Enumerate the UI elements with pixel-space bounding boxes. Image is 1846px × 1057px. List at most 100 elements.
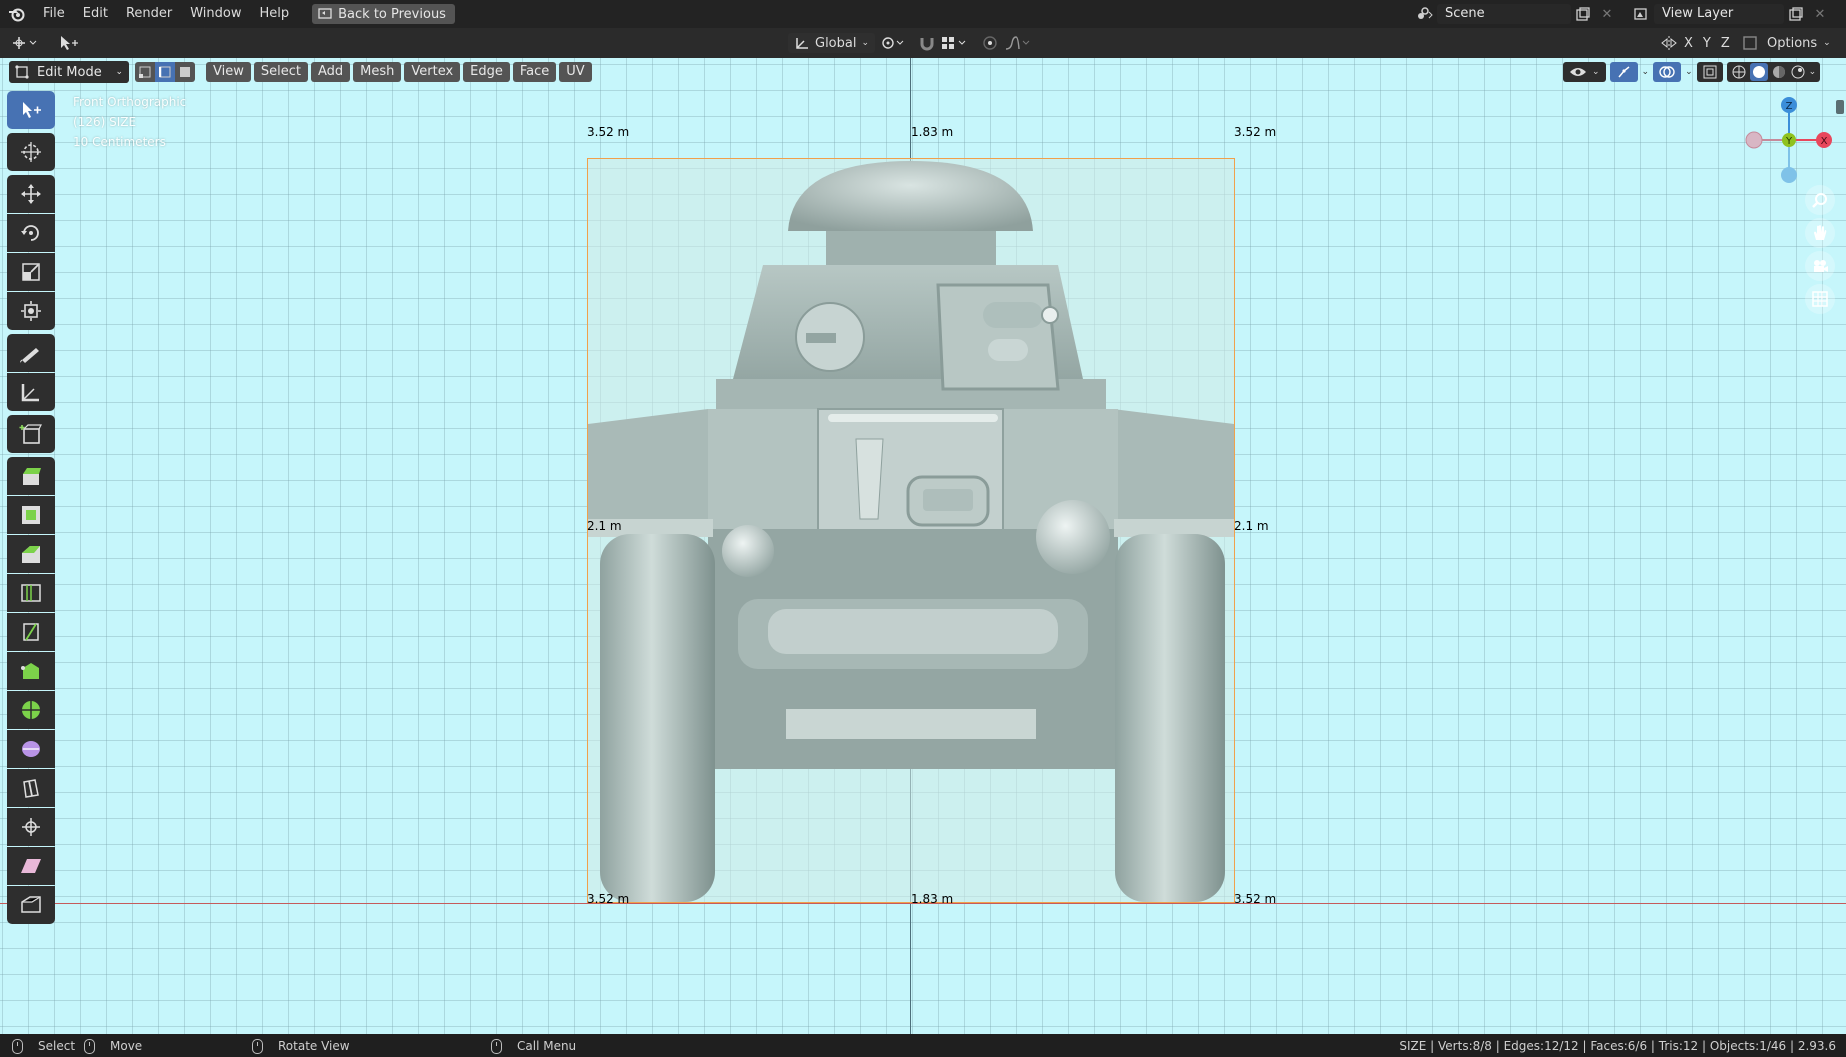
reference-plane[interactable] [587, 158, 1235, 903]
gizmo-toggle[interactable] [1609, 62, 1638, 82]
transform-orientation-dropdown[interactable]: Global ⌄ [788, 33, 876, 53]
solid-shading-icon[interactable] [1749, 63, 1768, 81]
xray-icon [1703, 65, 1717, 79]
menu-select[interactable]: Select [253, 62, 308, 82]
options-dropdown[interactable]: Options ⌄ [1767, 33, 1831, 53]
material-shading-icon[interactable] [1771, 64, 1787, 80]
poly-build-tool[interactable] [7, 652, 55, 690]
measure-bottom-right: 3.52 m [1234, 892, 1277, 906]
3d-viewport[interactable]: Edit Mode ⌄ View Select Add Mesh Vertex … [0, 58, 1846, 1034]
menu-uv[interactable]: UV [559, 62, 592, 82]
shrink-fatten-tool[interactable] [7, 808, 55, 846]
loop-cut-tool[interactable] [7, 574, 55, 612]
mouse-right-icon [491, 1038, 502, 1054]
inset-tool[interactable] [7, 496, 55, 534]
rotate-tool[interactable] [7, 214, 55, 252]
transform-icon [21, 301, 41, 321]
scale-tool[interactable] [7, 253, 55, 291]
chevron-down-icon[interactable]: ⌄ [1642, 67, 1650, 77]
menu-face[interactable]: Face [512, 62, 557, 82]
move-tool[interactable] [7, 175, 55, 213]
wireframe-shading-icon[interactable] [1731, 64, 1747, 80]
smooth-tool[interactable] [7, 730, 55, 768]
camera-view-icon[interactable] [1805, 251, 1835, 281]
perspective-toggle-icon[interactable] [1805, 284, 1835, 314]
cursor-tool[interactable] [7, 133, 55, 171]
mouse-drag-icon [84, 1038, 95, 1054]
mirror-icon[interactable] [1660, 35, 1678, 51]
bevel-tool[interactable] [7, 535, 55, 573]
xray-toggle[interactable] [1696, 62, 1723, 82]
menu-mesh[interactable]: Mesh [353, 62, 402, 82]
new-scene-icon[interactable] [1571, 4, 1595, 24]
back-to-previous-button[interactable]: Back to Previous [312, 4, 455, 24]
shear-tool[interactable] [7, 847, 55, 885]
menu-help[interactable]: Help [251, 0, 299, 28]
navigation-gizmo[interactable]: Z X Y [1740, 88, 1840, 188]
pivot-icon [882, 37, 904, 49]
sidebar-toggle[interactable] [1836, 100, 1844, 114]
spin-tool[interactable] [7, 691, 55, 729]
snap-toggle[interactable] [918, 33, 936, 53]
menu-view[interactable]: View [206, 62, 251, 82]
pan-hand-icon[interactable] [1805, 218, 1835, 248]
knife-tool[interactable] [7, 613, 55, 651]
chevron-down-icon: ⌄ [861, 38, 870, 48]
mouse-left-icon [12, 1038, 23, 1054]
extrude-tool[interactable] [7, 457, 55, 495]
menu-render[interactable]: Render [117, 0, 181, 28]
delete-scene-icon[interactable]: ✕ [1595, 4, 1619, 24]
edge-slide-tool[interactable] [7, 769, 55, 807]
status-move-label: Move [110, 1039, 143, 1053]
delete-view-layer-icon[interactable]: ✕ [1808, 4, 1832, 24]
scene-selector[interactable]: Scene ✕ [1413, 4, 1619, 24]
view-layer-selector[interactable]: View Layer ✕ [1630, 4, 1832, 24]
annotate-tool[interactable] [7, 334, 55, 372]
transform-tool[interactable] [7, 292, 55, 330]
auto-merge-icon[interactable] [1742, 35, 1758, 51]
rotate-icon [21, 225, 39, 241]
status-rotate-label: Rotate View [278, 1039, 350, 1053]
eye-icon [1570, 68, 1586, 76]
menu-add[interactable]: Add [310, 62, 351, 82]
measure-top-center: 1.83 m [911, 125, 954, 139]
falloff-dropdown[interactable] [1004, 33, 1032, 53]
select-box-tool[interactable] [7, 91, 55, 129]
rip-tool[interactable] [7, 886, 55, 924]
scene-name-field[interactable]: Scene [1437, 4, 1571, 24]
view-layer-field[interactable]: View Layer [1654, 4, 1784, 24]
blender-logo-icon[interactable] [0, 0, 34, 28]
visibility-dropdown[interactable]: ⌄ [1563, 62, 1606, 82]
face-select-icon[interactable] [175, 62, 195, 82]
scene-statistics: SIZE | Verts:8/8 | Edges:12/12 | Faces:6… [1399, 1039, 1836, 1053]
snap-target-dropdown[interactable] [940, 33, 970, 53]
measure-tool[interactable] [7, 373, 55, 411]
measure-mid-left: 2.1 m [587, 519, 622, 533]
axis-y-toggle[interactable]: Y [1703, 36, 1711, 51]
axis-x-toggle[interactable]: X [1684, 36, 1693, 51]
rendered-shading-icon[interactable] [1790, 64, 1806, 80]
menu-edit[interactable]: Edit [74, 0, 117, 28]
new-view-layer-icon[interactable] [1784, 4, 1808, 24]
scene-icon [1413, 4, 1437, 24]
select-tool-icon[interactable] [58, 33, 80, 53]
inset-icon [22, 506, 40, 524]
proportional-edit-toggle[interactable] [980, 33, 1000, 53]
menu-window[interactable]: Window [181, 0, 250, 28]
zoom-icon[interactable] [1805, 185, 1835, 215]
chevron-down-icon[interactable]: ⌄ [1685, 67, 1693, 77]
menu-file[interactable]: File [34, 0, 74, 28]
add-cube-tool[interactable] [7, 415, 55, 453]
chevron-down-icon[interactable]: ⌄ [1809, 67, 1817, 77]
axis-z-toggle[interactable]: Z [1721, 36, 1730, 51]
vertex-select-icon[interactable] [135, 62, 155, 82]
gizmo-z-label: Z [1786, 101, 1793, 112]
menu-vertex[interactable]: Vertex [404, 62, 461, 82]
overlays-toggle[interactable] [1653, 62, 1682, 82]
menu-edge[interactable]: Edge [463, 62, 510, 82]
mode-dropdown[interactable]: Edit Mode ⌄ [9, 61, 129, 83]
editor-type-icon[interactable] [10, 33, 40, 53]
pivot-point-dropdown[interactable] [880, 33, 908, 53]
gizmo-y-label: Y [1785, 136, 1793, 147]
edge-select-icon[interactable] [155, 62, 175, 82]
